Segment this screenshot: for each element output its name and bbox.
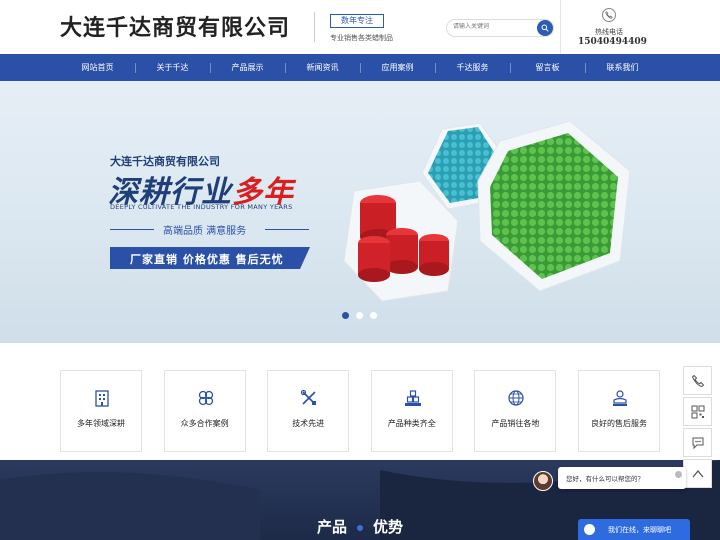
side-message-button[interactable] <box>683 428 712 457</box>
main-nav: 网站首页 关于千达 产品展示 新闻资讯 应用案例 千达服务 留言板 联系我们 <box>0 54 720 81</box>
banner-slogan: 厂家直销 价格优惠 售后无忧 <box>130 253 284 266</box>
nav-item-news[interactable]: 新闻资讯 <box>285 54 360 81</box>
qrcode-icon <box>691 405 705 419</box>
nav-item-about[interactable]: 关于千达 <box>135 54 210 81</box>
feature-label: 多年领域深耕 <box>77 419 125 428</box>
search-input[interactable] <box>453 23 533 30</box>
product-image <box>343 120 631 302</box>
slider-dot[interactable] <box>342 312 349 319</box>
header-divider <box>314 12 315 42</box>
feature-list: 多年领域深耕 众多合作案例 技术先进 产品种类齐全 产品销往各地 良好的售后服务 <box>60 370 660 452</box>
slider-dot[interactable] <box>356 312 363 319</box>
chat-icon <box>584 524 595 535</box>
feature-card[interactable]: 产品种类齐全 <box>370 370 453 452</box>
chevron-up-icon <box>692 469 704 478</box>
feature-card[interactable]: 众多合作案例 <box>163 370 246 452</box>
message-icon <box>692 437 704 450</box>
side-qrcode-button[interactable] <box>683 397 712 426</box>
page: 大连千达商贸有限公司 数年专注 专业销售各类蜡制品 热线电话 150404944… <box>0 0 720 540</box>
banner-line-right <box>265 229 309 230</box>
banner-subtitle: 高端品质 满意服务 <box>163 226 247 237</box>
close-icon[interactable] <box>675 471 682 478</box>
search-icon <box>541 24 549 32</box>
boxes-icon <box>404 390 421 406</box>
tagline: 专业销售各类蜡制品 <box>330 34 393 42</box>
feature-label: 产品销往各地 <box>491 419 540 428</box>
hero-banner[interactable]: 大连千达商贸有限公司 深耕行业多年 DEEPLY CULTIVATE THE I… <box>0 81 720 343</box>
chat-bubble[interactable]: 您好，有什么可以帮您的？ <box>558 467 686 489</box>
section-title-b: 优势 <box>373 518 404 536</box>
feature-card[interactable]: 技术先进 <box>267 370 350 452</box>
feature-label: 良好的售后服务 <box>590 419 647 428</box>
years-badge: 数年专注 <box>330 14 384 28</box>
building-icon <box>95 390 109 407</box>
nav-item-products[interactable]: 产品展示 <box>210 54 285 81</box>
search-button[interactable] <box>537 20 553 36</box>
banner-line-left <box>110 229 154 230</box>
phone-icon <box>691 374 705 388</box>
chat-avatar[interactable] <box>533 471 553 491</box>
feature-card[interactable]: 产品销往各地 <box>474 370 557 452</box>
globe-icon <box>508 390 524 406</box>
site-header: 大连千达商贸有限公司 数年专注 专业销售各类蜡制品 热线电话 150404944… <box>0 0 720 54</box>
side-toolbar <box>683 366 712 490</box>
back-to-top-button[interactable] <box>683 459 712 488</box>
feature-label: 众多合作案例 <box>180 419 229 428</box>
company-logo[interactable]: 大连千达商贸有限公司 <box>60 10 290 42</box>
nav-item-contact[interactable]: 联系我们 <box>585 54 660 81</box>
nav-item-guestbook[interactable]: 留言板 <box>510 54 585 81</box>
chat-greeting: 您好，有什么可以帮您的？ <box>566 475 644 483</box>
service-icon <box>612 390 627 406</box>
chat-button-label: 我们在线，来聊聊吧 <box>608 526 671 534</box>
feature-card[interactable]: 多年领域深耕 <box>60 370 142 452</box>
search-box <box>446 19 554 37</box>
tools-icon <box>301 389 317 405</box>
feature-label: 产品种类齐全 <box>387 419 436 428</box>
slider-dot[interactable] <box>370 312 377 319</box>
side-phone-button[interactable] <box>683 366 712 395</box>
clover-icon <box>198 390 213 406</box>
title-separator <box>357 524 363 531</box>
banner-english: DEEPLY CULTIVATE THE INDUSTRY FOR MANY Y… <box>110 203 293 211</box>
nav-item-cases[interactable]: 应用案例 <box>360 54 435 81</box>
nav-item-service[interactable]: 千达服务 <box>435 54 510 81</box>
hotline-label: 热线电话 <box>595 28 623 36</box>
chat-open-button[interactable]: 我们在线，来聊聊吧 <box>578 519 690 540</box>
nav-item-home[interactable]: 网站首页 <box>60 54 135 81</box>
feature-card[interactable]: 良好的售后服务 <box>577 370 660 452</box>
hotline-number: 15040494409 <box>578 37 647 47</box>
header-divider-2 <box>560 0 561 54</box>
section-title-a: 产品 <box>316 518 347 536</box>
phone-icon <box>602 8 616 22</box>
slider-dots <box>342 312 377 319</box>
feature-label: 技术先进 <box>292 419 325 428</box>
